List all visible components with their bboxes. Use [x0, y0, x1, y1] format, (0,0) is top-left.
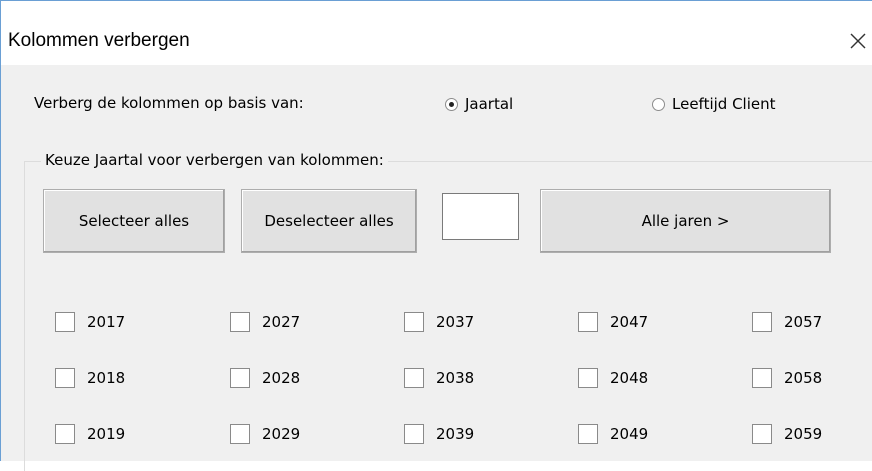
year-checkbox[interactable]: 2049 — [578, 424, 648, 444]
checkbox-box — [404, 368, 424, 388]
checkbox-box — [230, 312, 250, 332]
year-label: 2019 — [87, 425, 126, 443]
window-title: Kolommen verbergen — [8, 30, 190, 51]
deselect-all-button[interactable]: Deselecteer alles — [241, 189, 417, 253]
year-frame-legend: Keuze Jaartal voor verbergen van kolomme… — [41, 151, 388, 169]
year-label: 2058 — [784, 369, 823, 387]
checkbox-box — [404, 424, 424, 444]
checkbox-box — [230, 424, 250, 444]
radio-leeftijd-client[interactable]: Leeftijd Client — [652, 95, 776, 113]
close-icon — [850, 33, 866, 49]
checkbox-box — [55, 368, 75, 388]
year-checkbox[interactable]: 2039 — [404, 424, 474, 444]
year-checkbox[interactable]: 2017 — [55, 312, 125, 332]
year-label: 2047 — [610, 313, 649, 331]
checkbox-box — [578, 424, 598, 444]
year-label: 2027 — [262, 313, 301, 331]
year-label: 2017 — [87, 313, 126, 331]
year-checkbox[interactable]: 2037 — [404, 312, 474, 332]
year-checkbox[interactable]: 2059 — [752, 424, 822, 444]
year-label: 2057 — [784, 313, 823, 331]
year-checkbox[interactable]: 2048 — [578, 368, 648, 388]
year-label: 2018 — [87, 369, 126, 387]
year-label: 2029 — [262, 425, 301, 443]
year-checkbox[interactable]: 2019 — [55, 424, 125, 444]
checkbox-box — [404, 312, 424, 332]
year-label: 2039 — [436, 425, 475, 443]
year-label: 2038 — [436, 369, 475, 387]
year-checkbox[interactable]: 2047 — [578, 312, 648, 332]
year-checkbox[interactable]: 2028 — [230, 368, 300, 388]
select-all-button[interactable]: Selecteer alles — [43, 189, 225, 253]
year-checkbox[interactable]: 2018 — [55, 368, 125, 388]
close-button[interactable] — [843, 23, 872, 57]
radio-circle-icon — [652, 97, 665, 111]
year-label: 2048 — [610, 369, 649, 387]
year-checkbox[interactable]: 2057 — [752, 312, 822, 332]
checkbox-box — [578, 312, 598, 332]
radio-jaartal[interactable]: Jaartal — [445, 95, 513, 113]
checkbox-box — [55, 312, 75, 332]
year-input[interactable] — [442, 193, 519, 240]
radio-circle-icon — [445, 97, 458, 111]
year-checkbox[interactable]: 2058 — [752, 368, 822, 388]
checkbox-box — [55, 424, 75, 444]
year-label: 2049 — [610, 425, 649, 443]
checkbox-box — [752, 424, 772, 444]
mode-label: Verberg de kolommen op basis van: — [34, 94, 304, 112]
year-label: 2028 — [262, 369, 301, 387]
year-label: 2059 — [784, 425, 823, 443]
radio-jaartal-label: Jaartal — [465, 95, 514, 113]
year-checkbox[interactable]: 2027 — [230, 312, 300, 332]
year-label: 2037 — [436, 313, 475, 331]
dialog-window: Kolommen verbergen Verberg de kolommen o… — [0, 0, 872, 471]
checkbox-box — [752, 368, 772, 388]
year-checkbox[interactable]: 2038 — [404, 368, 474, 388]
year-checkbox[interactable]: 2029 — [230, 424, 300, 444]
all-years-button[interactable]: Alle jaren > — [540, 189, 831, 253]
title-bar: Kolommen verbergen — [1, 1, 872, 65]
checkbox-box — [230, 368, 250, 388]
checkbox-box — [578, 368, 598, 388]
checkbox-box — [752, 312, 772, 332]
radio-leeftijd-label: Leeftijd Client — [672, 95, 776, 113]
